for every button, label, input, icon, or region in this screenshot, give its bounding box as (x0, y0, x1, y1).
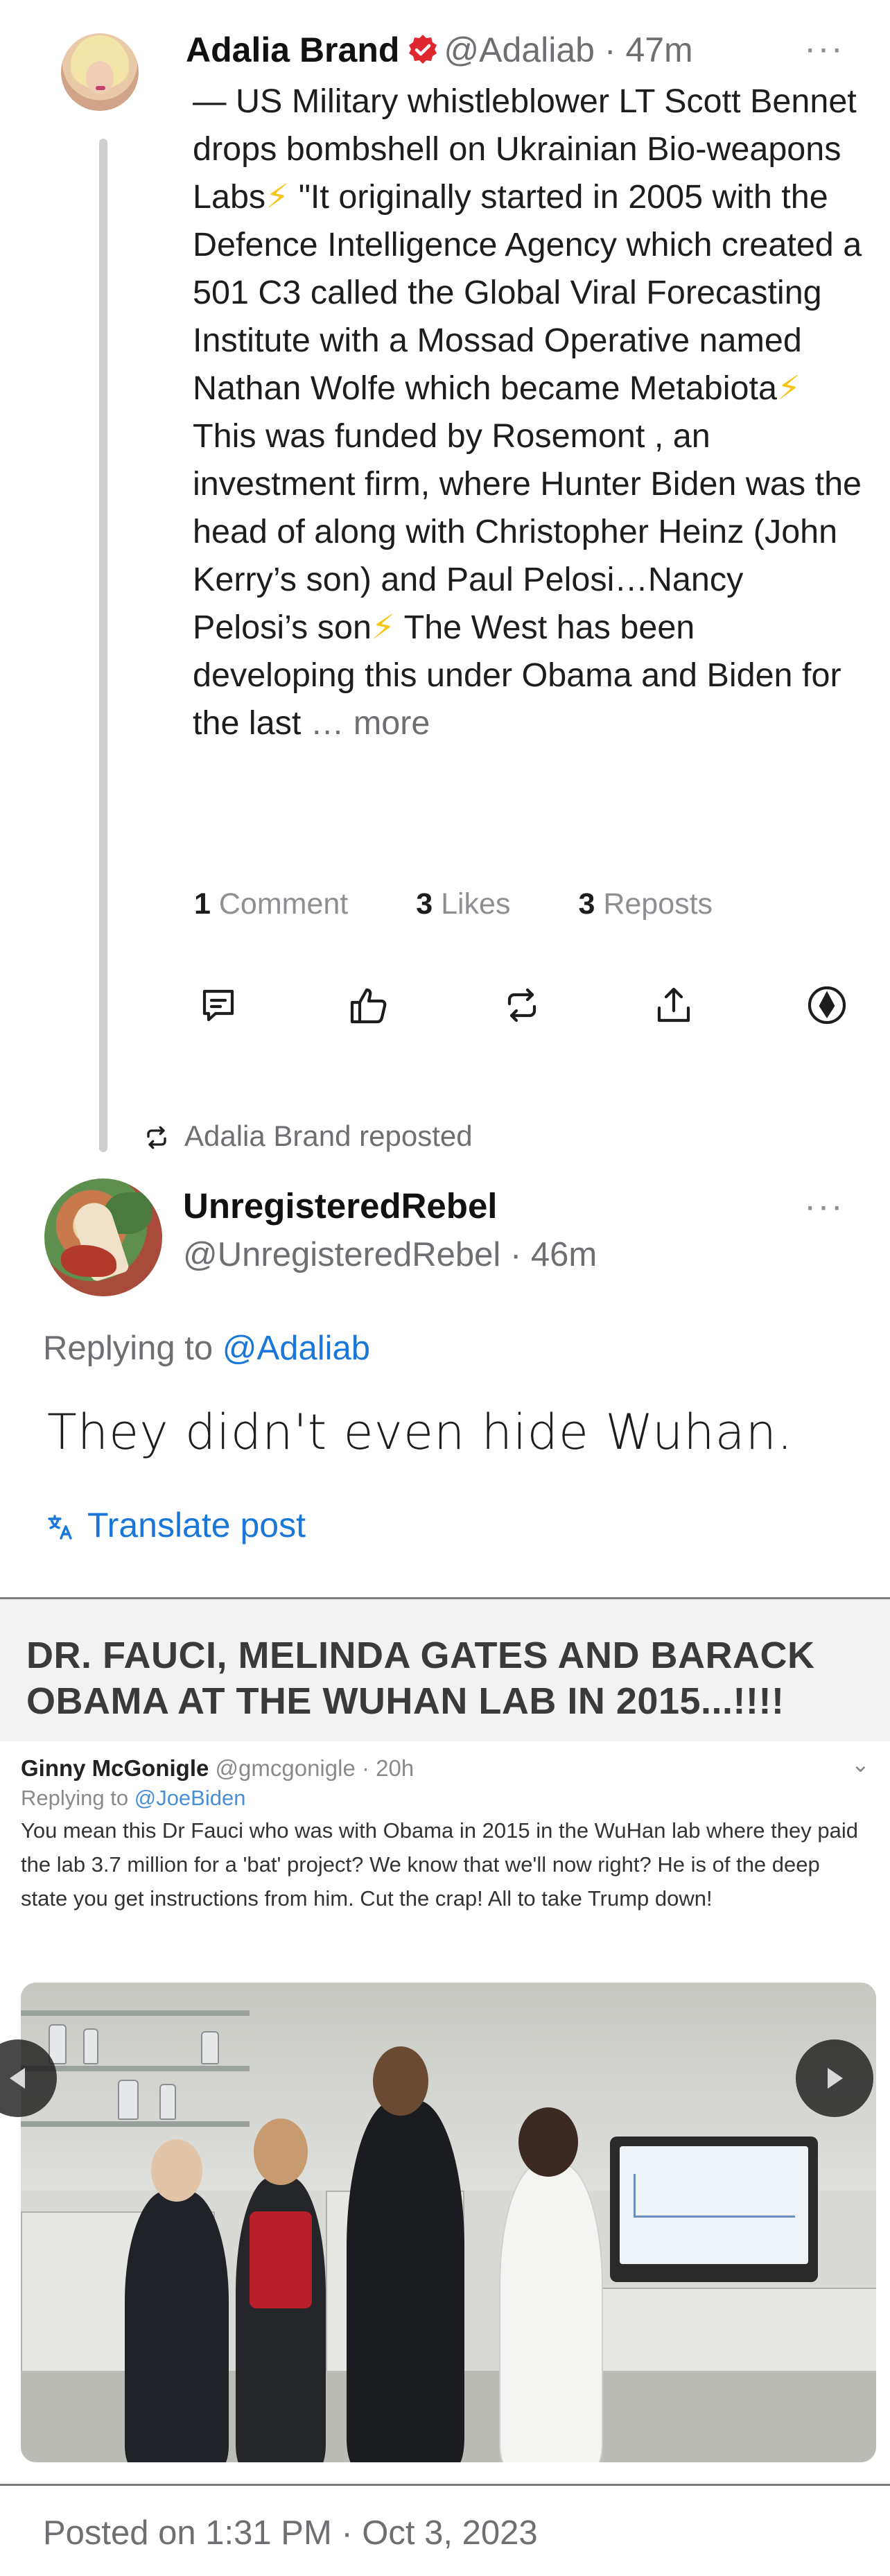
translate-post-button[interactable]: Translate post (47, 1503, 306, 1547)
share-icon (657, 987, 690, 1022)
comment-button[interactable] (194, 981, 243, 1029)
likes-stat[interactable]: 3 Likes (416, 887, 510, 921)
translate-label: Translate post (87, 1506, 306, 1544)
post-adalia-brand: Adalia Brand @Adaliab · 47m ··· — US Mil… (0, 0, 890, 1152)
author-handle[interactable]: @UnregisteredRebel (183, 1236, 500, 1273)
likes-count: 3 (416, 887, 433, 921)
comments-stat[interactable]: 1 Comment (194, 887, 348, 921)
repost-icon (507, 988, 536, 1022)
lab-photo (21, 1983, 876, 2462)
likes-label: Likes (441, 887, 511, 921)
action-bar (191, 981, 870, 1029)
like-button[interactable] (345, 981, 394, 1029)
repost-banner: Adalia Brand reposted (143, 1120, 473, 1153)
next-image-button[interactable] (796, 2039, 873, 2117)
lightning-emoji: ⚡ (371, 609, 395, 646)
card-reply-mention: @JoeBiden (134, 1786, 246, 1810)
thread-line (99, 139, 107, 1152)
post-stats: 1 Comment 3 Likes 3 Reposts (194, 887, 713, 921)
avatar-unregistered-rebel[interactable] (44, 1178, 162, 1296)
chevron-down-icon: ⌄ (851, 1752, 870, 1777)
like-icon (350, 988, 387, 1024)
author-name[interactable]: UnregisteredRebel (183, 1184, 497, 1228)
more-options-icon[interactable]: ··· (804, 1188, 844, 1224)
card-text: You mean this Dr Fauci who was with Obam… (21, 1818, 858, 1911)
lightning-emoji: ⚡ (776, 369, 801, 407)
author-handle[interactable]: @Adaliab (444, 31, 595, 69)
post-header: Adalia Brand @Adaliab · 47m (186, 28, 693, 72)
show-more-link[interactable]: … more (311, 704, 430, 742)
verified-badge-icon (409, 35, 437, 64)
mention-link[interactable]: @Adaliab (222, 1330, 370, 1367)
comments-count: 1 (194, 887, 211, 921)
tip-icon (808, 986, 846, 1025)
repost-button[interactable] (498, 981, 546, 1029)
post-time: 46m (530, 1236, 597, 1273)
time-separator: · (509, 1236, 522, 1273)
tip-button[interactable] (803, 981, 851, 1029)
card-author-handle: @gmcgonigle · 20h (215, 1755, 415, 1781)
repost-icon (147, 1126, 166, 1149)
reposts-label: Reposts (603, 887, 713, 921)
image-headline: DR. FAUCI, MELINDA GATES AND BARACK OBAM… (26, 1635, 815, 1722)
comment-icon (202, 989, 234, 1022)
screenshot-tweet-card: Ginny McGonigle @gmcgonigle · 20h ⌄ Repl… (0, 1741, 890, 2484)
more-options-icon[interactable]: ··· (804, 31, 844, 67)
author-meta: @UnregisteredRebel · 46m (183, 1234, 597, 1276)
chevron-left-icon (10, 2068, 25, 2089)
author-name[interactable]: Adalia Brand (186, 31, 399, 69)
post-text: — US Military whistleblower LT Scott Ben… (193, 78, 865, 747)
card-author-name: Ginny McGonigle (21, 1755, 209, 1781)
card-reply-prefix: Replying to (21, 1786, 129, 1810)
post-image[interactable]: DR. FAUCI, MELINDA GATES AND BARACK OBAM… (0, 1597, 890, 2486)
reposter-name[interactable]: Adalia Brand (184, 1120, 351, 1152)
reposts-stat[interactable]: 3 Reposts (578, 887, 713, 921)
posted-on-timestamp: Posted on 1:31 PM · Oct 3, 2023 (43, 2514, 538, 2552)
translate-icon (48, 1515, 72, 1540)
avatar-adalia-brand[interactable] (61, 33, 139, 111)
post-text: They didn't even hide Wuhan. (47, 1404, 794, 1461)
reposted-label: reposted (359, 1120, 473, 1152)
share-button[interactable] (649, 981, 698, 1029)
reposts-count: 3 (578, 887, 595, 921)
post-text-part: "It originally started in 2005 with the … (193, 178, 862, 407)
card-replying-to: Replying to @JoeBiden (21, 1784, 245, 1812)
time-separator: · (604, 31, 616, 69)
card-header: Ginny McGonigle @gmcgonigle · 20h (21, 1754, 414, 1783)
post-time: 47m (625, 31, 693, 69)
lightning-emoji: ⚡ (265, 178, 290, 216)
replying-to: Replying to @Adaliab (43, 1328, 370, 1369)
comments-label: Comment (218, 887, 349, 921)
replying-prefix: Replying to (43, 1330, 213, 1367)
chevron-right-icon (828, 2068, 843, 2089)
